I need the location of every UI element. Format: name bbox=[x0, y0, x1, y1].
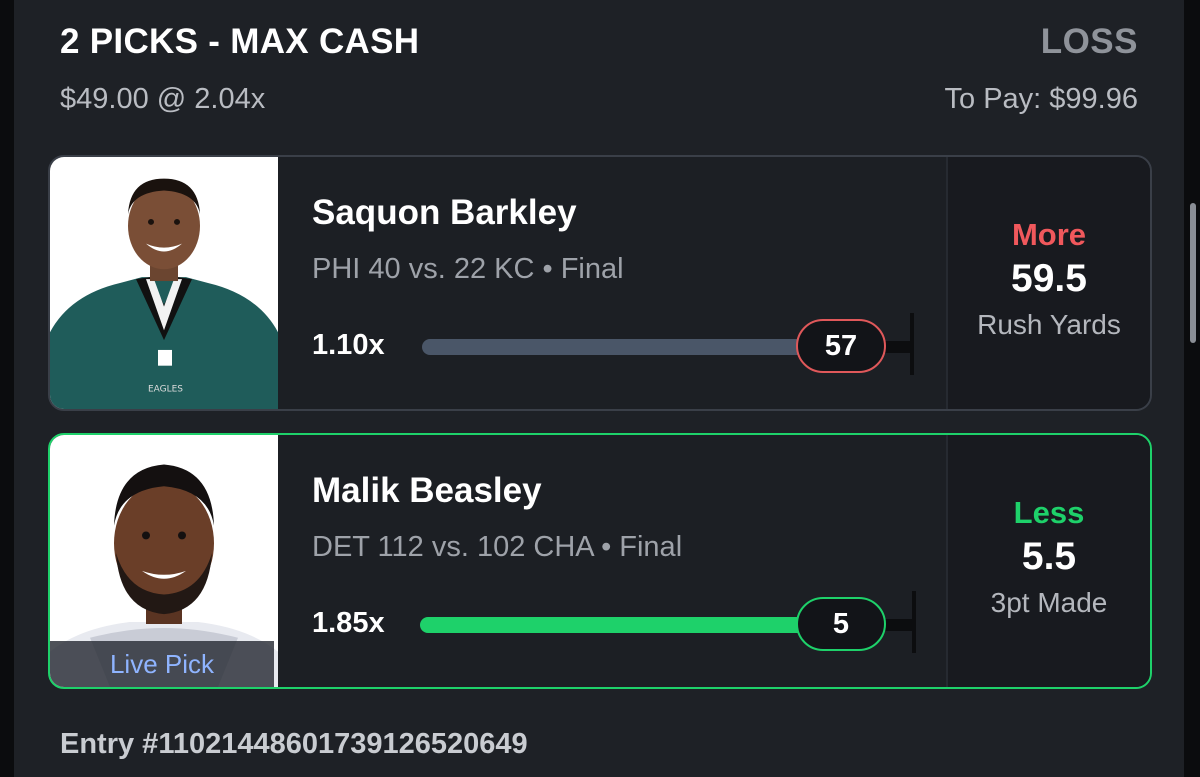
stat-type: Rush Yards bbox=[977, 309, 1121, 340]
player-photo: EAGLES bbox=[50, 157, 278, 409]
scrollbar-thumb[interactable] bbox=[1190, 203, 1196, 343]
line-value: 59.5 bbox=[1011, 257, 1087, 300]
pick-multiplier: 1.85x bbox=[312, 607, 385, 639]
pick-card-beasley[interactable]: Live Pick Malik Beasley DET 112 vs. 102 … bbox=[48, 433, 1152, 689]
progress-bar bbox=[420, 617, 844, 633]
actual-value-pill: 57 bbox=[796, 319, 886, 373]
stake-text: $49.00 @ 2.04x bbox=[60, 83, 266, 115]
live-pick-badge: Live Pick bbox=[50, 641, 274, 687]
actual-value-pill: 5 bbox=[796, 597, 886, 651]
result-badge: LOSS bbox=[1040, 22, 1138, 61]
target-line-marker bbox=[912, 591, 916, 653]
game-score: PHI 40 vs. 22 KC • Final bbox=[312, 253, 624, 285]
target-line-marker bbox=[910, 313, 914, 375]
player-name[interactable]: Saquon Barkley bbox=[312, 193, 577, 233]
stat-type: 3pt Made bbox=[990, 587, 1108, 618]
direction-label: More bbox=[1011, 217, 1087, 252]
svg-text:EAGLES: EAGLES bbox=[148, 384, 183, 394]
to-pay-text: To Pay: $99.96 bbox=[944, 83, 1138, 115]
entry-card[interactable]: 2 PICKS - MAX CASH LOSS $49.00 @ 2.04x T… bbox=[14, 0, 1184, 777]
left-edge bbox=[0, 0, 14, 777]
pick-multiplier: 1.10x bbox=[312, 329, 385, 361]
player-name[interactable]: Malik Beasley bbox=[312, 471, 542, 511]
pick-projection: Less 5.5 3pt Made bbox=[946, 435, 1150, 687]
game-score: DET 112 vs. 102 CHA • Final bbox=[312, 531, 683, 563]
right-edge bbox=[1184, 0, 1200, 777]
pick-projection: More 59.5 Rush Yards bbox=[946, 157, 1150, 409]
pick-card-barkley[interactable]: EAGLES Saquon Barkley PHI 40 vs. 22 KC •… bbox=[48, 155, 1152, 411]
entry-id: Entry #1102144860173912652064​9 bbox=[60, 728, 528, 760]
entry-title: 2 PICKS - MAX CASH bbox=[60, 22, 420, 61]
direction-label: Less bbox=[1013, 495, 1085, 530]
line-value: 5.5 bbox=[1021, 535, 1077, 578]
